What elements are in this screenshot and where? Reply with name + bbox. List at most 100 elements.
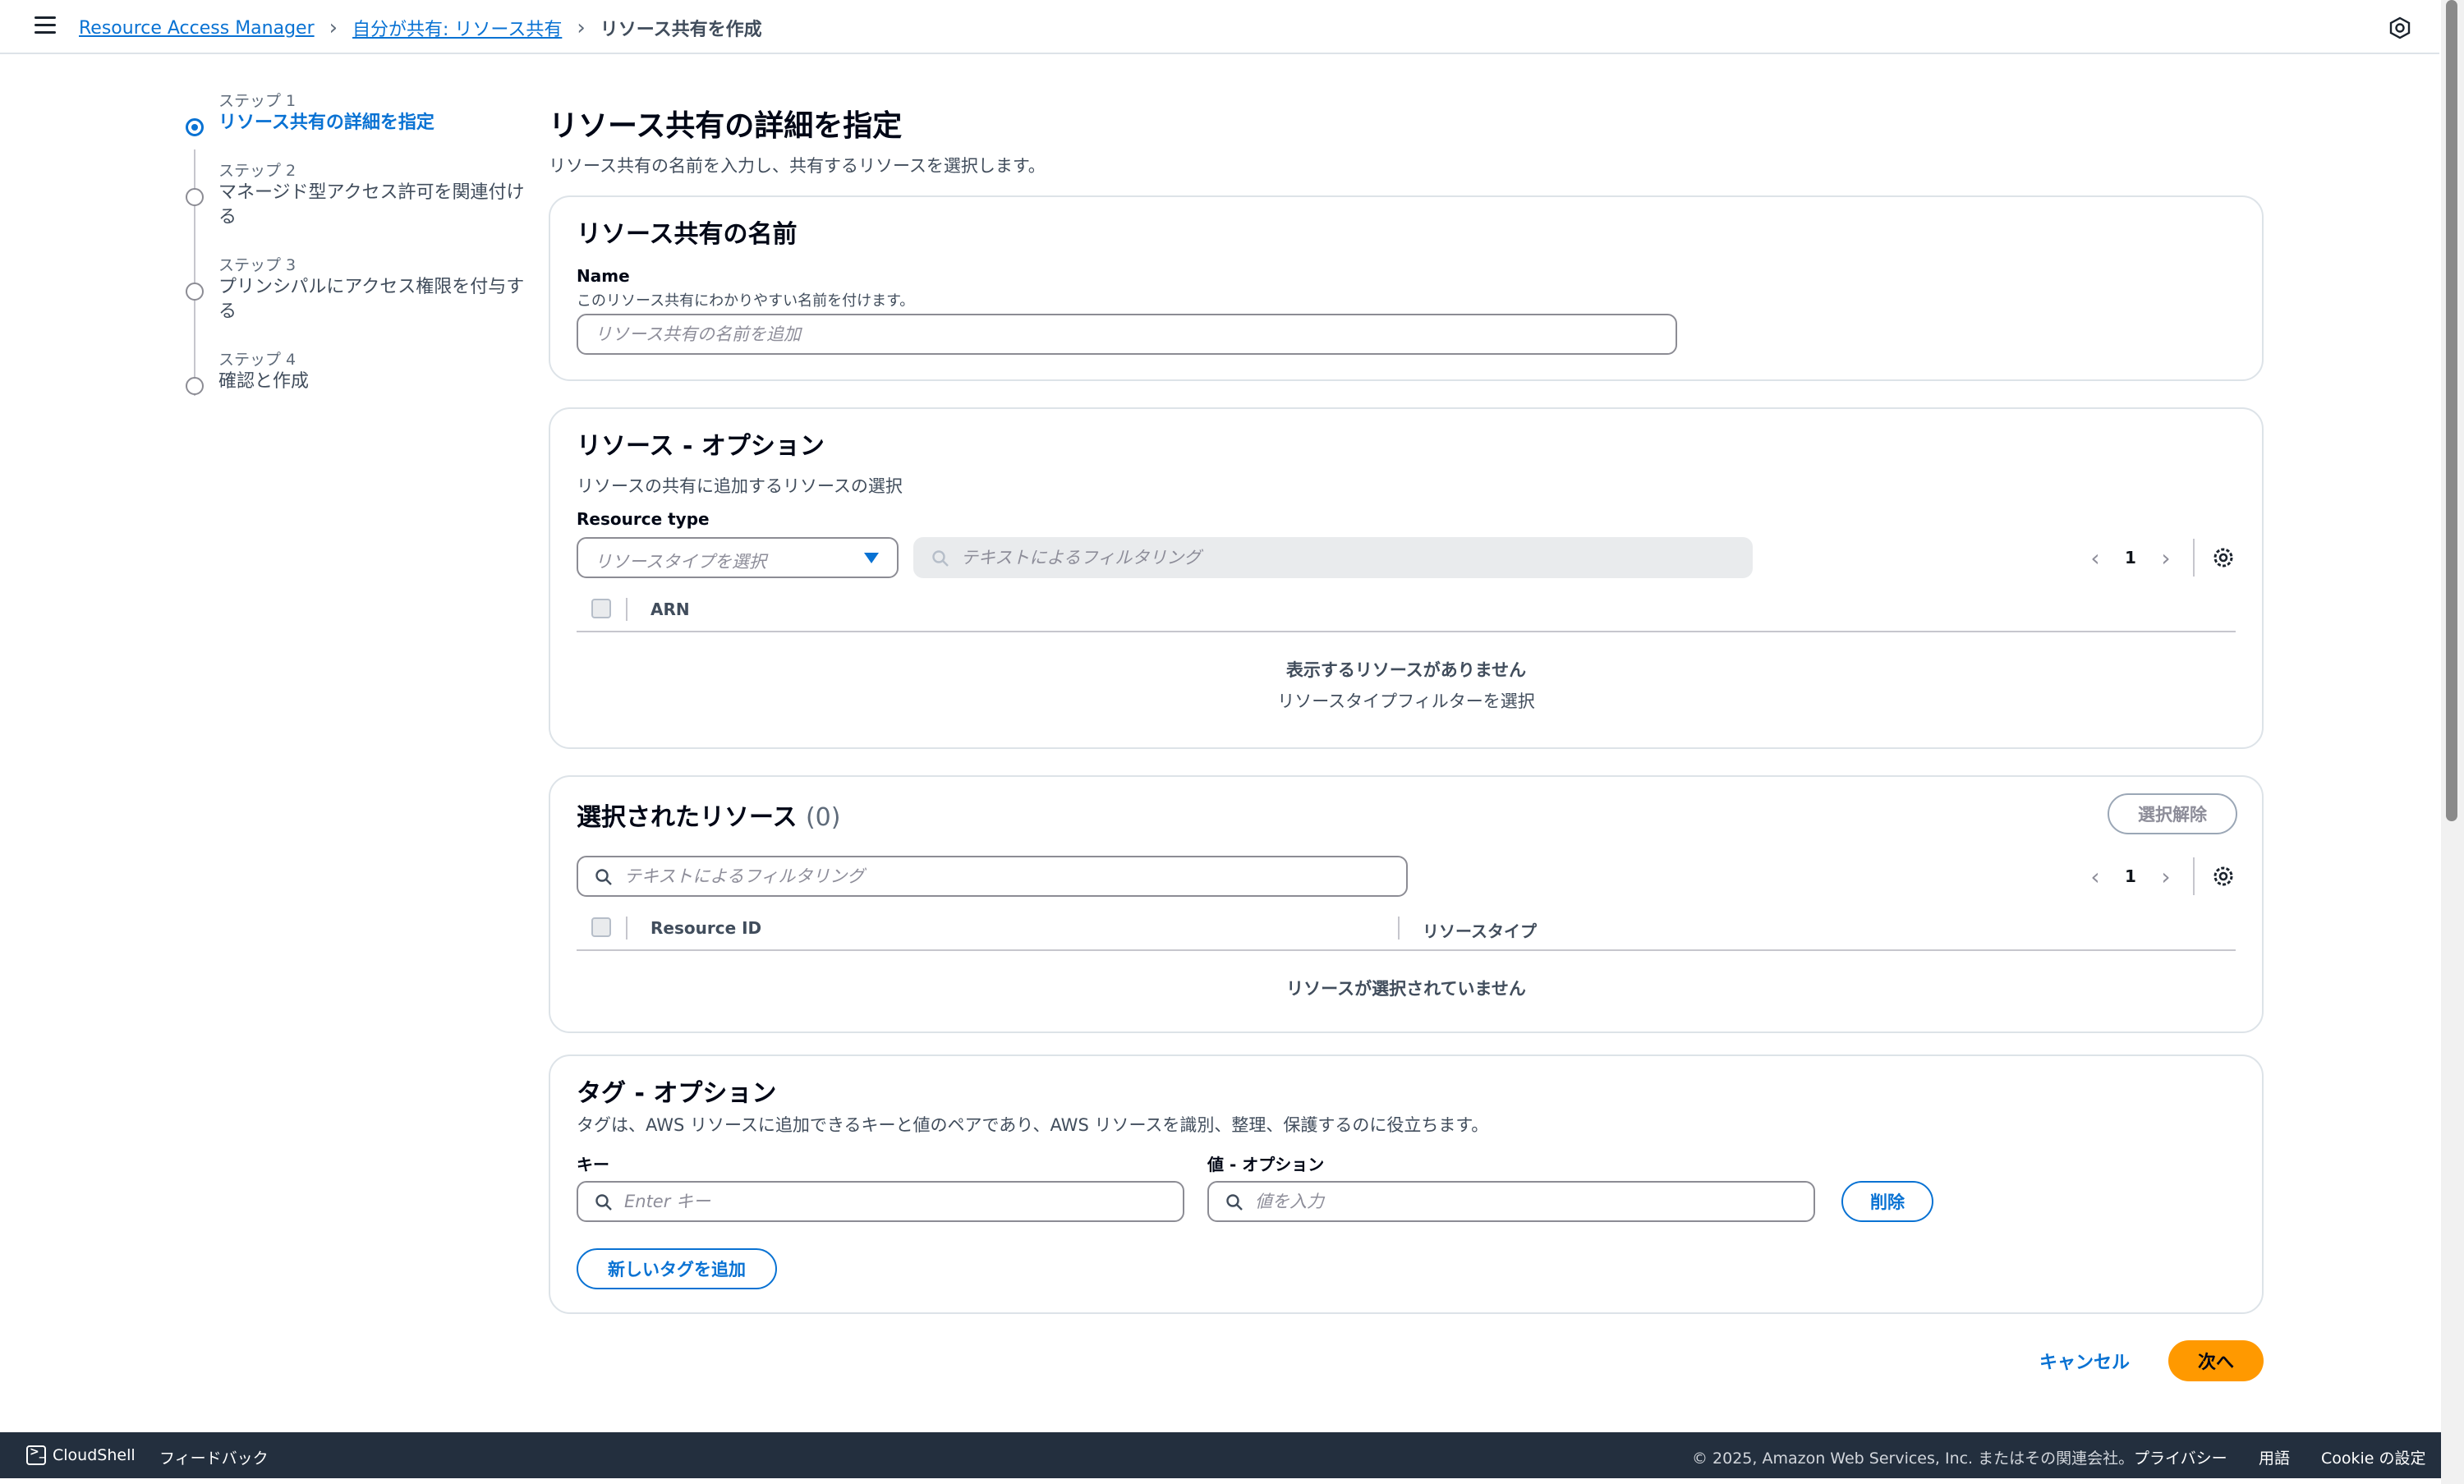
- tag-value-input[interactable]: [1255, 1183, 1802, 1220]
- breadcrumb-shared-by-me[interactable]: 自分が共有: リソース共有: [352, 15, 562, 41]
- tag-key-field[interactable]: [577, 1181, 1184, 1222]
- tag-key-input[interactable]: [624, 1183, 1171, 1220]
- privacy-link[interactable]: プライバシー: [2134, 1446, 2227, 1468]
- step-title: 確認と作成: [218, 371, 310, 392]
- chevron-right-icon[interactable]: ›: [2154, 863, 2178, 890]
- cookie-settings-link[interactable]: Cookie の設定: [2321, 1446, 2426, 1468]
- empty-state-hint: リソースタイプフィルターを選択: [1277, 691, 1535, 711]
- card-header: リソース - オプション: [577, 432, 825, 461]
- select-all-checkbox: [591, 917, 611, 937]
- select-placeholder: リソースタイプを選択: [595, 552, 766, 572]
- search-icon: [932, 550, 949, 567]
- gear-icon[interactable]: [2211, 864, 2236, 889]
- resource-share-name-card: リソース共有の名前 Name このリソース共有にわかりやすい名前を付けます。: [549, 195, 2264, 381]
- scrollbar-thumb[interactable]: [2446, 0, 2457, 821]
- step-4: ステップ 4 確認と作成: [182, 347, 527, 395]
- step-number: ステップ 3: [218, 256, 297, 274]
- search-icon: [595, 1194, 612, 1211]
- pagination: ‹ 1 ›: [2083, 539, 2236, 577]
- step-1[interactable]: ステップ 1 リソース共有の詳細を指定: [182, 89, 527, 136]
- name-description: このリソース共有にわかりやすい名前を付けます。: [577, 292, 915, 310]
- column-divider: [1398, 917, 1400, 940]
- selected-filter-input[interactable]: [624, 857, 1395, 895]
- menu-icon[interactable]: [34, 16, 56, 34]
- divider: [2193, 539, 2195, 577]
- chevron-right-icon[interactable]: ›: [2154, 544, 2178, 572]
- card-header: タグ - オプション: [577, 1079, 777, 1108]
- search-icon: [595, 869, 612, 885]
- step-title: マネージド型アクセス許可を関連付ける: [218, 182, 525, 227]
- step-indicator-icon: [186, 283, 204, 301]
- card-header: 選択されたリソース (0): [577, 797, 840, 833]
- selected-count: (0): [805, 803, 841, 832]
- settings-hexagon-icon[interactable]: [2388, 16, 2411, 39]
- chevron-right-icon: ›: [577, 16, 586, 40]
- breadcrumb: Resource Access Manager › 自分が共有: リソース共有 …: [79, 15, 762, 41]
- column-divider: [626, 598, 627, 621]
- step-3: ステップ 3 プリンシパルにアクセス権限を付与する: [182, 253, 527, 324]
- tag-key-label: キー: [577, 1155, 609, 1174]
- select-all-checkbox: [591, 599, 611, 618]
- breadcrumb-resource-access-manager[interactable]: Resource Access Manager: [79, 18, 315, 39]
- pagination: ‹ 1 ›: [2083, 857, 2236, 895]
- page-header: リソース共有の詳細を指定 リソース共有の名前を入力し、共有するリソースを選択しま…: [549, 102, 2264, 177]
- empty-state-title: 表示するリソースがありません: [1285, 660, 1527, 680]
- card-description: リソースの共有に追加するリソースの選択: [577, 476, 903, 496]
- copyright-text: © 2025, Amazon Web Services, Inc. またはその関…: [1692, 1450, 2135, 1468]
- wizard-steps: ステップ 1 リソース共有の詳細を指定 ステップ 2 マネージド型アクセス許可を…: [182, 89, 527, 417]
- console-footer: CloudShell フィードバック © 2025, Amazon Web Se…: [0, 1432, 2441, 1478]
- column-divider: [626, 917, 627, 940]
- cancel-button[interactable]: キャンセル: [2027, 1340, 2142, 1381]
- cloudshell-link[interactable]: CloudShell: [53, 1446, 136, 1464]
- chevron-left-icon[interactable]: ‹: [2083, 863, 2108, 890]
- table-header: ARN: [577, 588, 2236, 632]
- resource-share-name-input[interactable]: [577, 314, 1677, 355]
- selected-resources-card: 選択されたリソース (0) 選択解除 ‹ 1 › Resource ID リソー…: [549, 775, 2264, 1033]
- add-new-tag-button[interactable]: 新しいタグを追加: [577, 1248, 777, 1289]
- search-icon: [1226, 1194, 1243, 1211]
- chevron-left-icon[interactable]: ‹: [2083, 544, 2108, 572]
- resource-type-select[interactable]: リソースタイプを選択: [577, 537, 899, 578]
- card-header-title: 選択されたリソース: [577, 803, 798, 832]
- next-button[interactable]: 次へ: [2168, 1340, 2264, 1381]
- step-2: ステップ 2 マネージド型アクセス許可を関連付ける: [182, 159, 527, 230]
- step-number: ステップ 4: [218, 351, 297, 369]
- divider: [2193, 857, 2195, 895]
- cloudshell-icon[interactable]: [26, 1445, 46, 1465]
- remove-tag-button[interactable]: 削除: [1841, 1181, 1933, 1222]
- step-indicator-icon: [186, 188, 204, 206]
- deselect-button: 選択解除: [2108, 793, 2237, 834]
- step-number: ステップ 2: [218, 162, 297, 180]
- page-number[interactable]: 1: [2108, 548, 2154, 567]
- table-header: Resource ID リソースタイプ: [577, 907, 2236, 951]
- step-indicator-icon: [186, 377, 204, 395]
- caret-down-icon: [864, 553, 879, 563]
- column-resource-type[interactable]: リソースタイプ: [1423, 918, 1537, 942]
- column-resource-id[interactable]: Resource ID: [650, 918, 761, 938]
- terms-link[interactable]: 用語: [2259, 1446, 2290, 1468]
- resource-filter-search: [913, 537, 1753, 578]
- page-number[interactable]: 1: [2108, 866, 2154, 886]
- top-breadcrumb-bar: Resource Access Manager › 自分が共有: リソース共有 …: [0, 0, 2439, 54]
- resources-card: リソース - オプション リソースの共有に追加するリソースの選択 Resourc…: [549, 407, 2264, 749]
- empty-state-title: リソースが選択されていません: [1286, 979, 1526, 999]
- name-label: Name: [577, 266, 630, 286]
- tags-card: タグ - オプション タグは、AWS リソースに追加できるキーと値のペアであり、…: [549, 1054, 2264, 1314]
- tag-value-label: 値 - オプション: [1207, 1155, 1325, 1174]
- feedback-link[interactable]: フィードバック: [159, 1446, 269, 1468]
- step-number: ステップ 1: [218, 92, 297, 110]
- breadcrumb-current: リソース共有を作成: [600, 20, 762, 40]
- card-description: タグは、AWS リソースに追加できるキーと値のペアであり、AWS リソースを識別…: [577, 1115, 1489, 1135]
- step-title: リソース共有の詳細を指定: [218, 113, 434, 133]
- step-indicator-active-icon: [186, 118, 204, 136]
- selected-filter-search[interactable]: [577, 856, 1408, 897]
- page-title: リソース共有の詳細を指定: [549, 109, 903, 143]
- chevron-right-icon: ›: [329, 16, 338, 40]
- resource-type-label: Resource type: [577, 509, 710, 529]
- tag-value-field[interactable]: [1207, 1181, 1815, 1222]
- page-description: リソース共有の名前を入力し、共有するリソースを選択します。: [549, 156, 1046, 176]
- resource-filter-input: [961, 539, 1740, 577]
- gear-icon[interactable]: [2211, 545, 2236, 570]
- card-header: リソース共有の名前: [577, 220, 798, 249]
- column-arn[interactable]: ARN: [650, 600, 690, 619]
